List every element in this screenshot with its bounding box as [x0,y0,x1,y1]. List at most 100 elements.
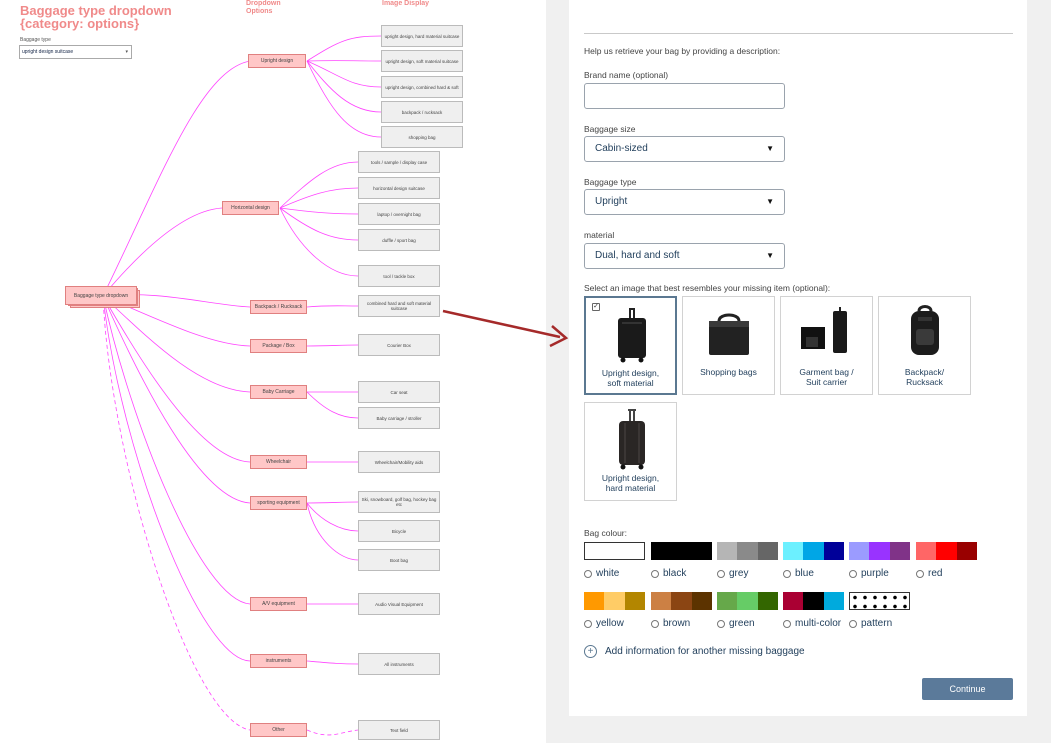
swatch-segment [671,592,692,610]
tile-label: Upright design, hard material [585,473,676,493]
swatch-segment [651,592,672,610]
column-heading-dropdown-line1: Dropdown [246,0,281,7]
colour-swatch-blue[interactable] [783,542,844,560]
add-another-baggage[interactable]: + Add information for another missing ba… [584,645,805,658]
swatch-segment [889,542,910,560]
swatch-segment [584,592,605,610]
swatch-segment [717,592,738,610]
colour-radio-blue[interactable]: blue [783,568,814,579]
tile-label: Backpack/ Rucksack [879,367,970,387]
colour-swatch-green[interactable] [717,592,778,610]
option-node: upright design, soft material suitcase [381,50,463,72]
bag-colour-label: Bag colour: [584,528,627,538]
option-node: upright design, hard material suitcase [381,25,463,47]
colour-swatch-grey[interactable] [717,542,778,560]
material-select[interactable]: Dual, hard and soft ▼ [584,243,785,269]
colour-option-label: blue [795,568,814,579]
swatch-segment [757,592,778,610]
tile-label-line2: Suit carrier [805,377,848,387]
colour-radio-brown[interactable]: brown [651,618,690,629]
colour-option-label: yellow [596,618,624,629]
colour-option-label: multi-color [795,618,842,629]
radio-icon [651,619,659,628]
colour-radio-grey[interactable]: grey [717,568,748,579]
option-node: duffle / sport bag [358,229,440,251]
colour-option-label: black [663,568,687,579]
category-node: Upright design [248,54,306,68]
colour-radio-white[interactable]: white [584,568,619,579]
colour-radio-pattern[interactable]: pattern [849,618,892,629]
colour-option-label: brown [663,618,691,629]
baggage-type-value: Upright [595,196,628,207]
tile-garment-bag[interactable]: Garment bag / Suit carrier [780,296,873,395]
mini-select-value: upright design suitcase [22,49,74,55]
baggage-size-select[interactable]: Cabin-sized ▼ [584,136,785,162]
option-node: laptop / overnight bag [358,203,440,225]
swatch-segment [823,592,844,610]
colour-swatch-red[interactable] [916,542,977,560]
swatch-segment [956,542,977,560]
colour-option-label: purple [861,568,889,579]
colour-option-label: red [928,568,943,579]
colour-radio-green[interactable]: green [717,618,755,629]
colour-radio-black[interactable]: black [651,568,686,579]
backpack-icon [911,305,939,355]
category-node: Wheelchair [250,455,307,469]
column-heading-image: Image Display [382,0,430,7]
tile-upright-hard[interactable]: Upright design, hard material [584,402,677,501]
colour-option-label: pattern [861,618,893,629]
diagram-title-line2: {category: options} [20,16,140,31]
swatch-segment [783,592,804,610]
category-node: Backpack / Rucksack [250,300,307,314]
colour-radio-yellow[interactable]: yellow [584,618,624,629]
mapping-diagram: Baggage type dropdown {category: options… [0,0,545,743]
continue-button[interactable]: Continue [922,678,1013,700]
tile-shopping-bags[interactable]: Shopping bags [682,296,775,395]
divider [584,33,1013,34]
colour-radio-purple[interactable]: purple [849,568,889,579]
baggage-size-value: Cabin-sized [595,143,648,154]
material-value: Dual, hard and soft [595,250,680,261]
brand-name-input[interactable] [584,83,785,109]
swatch-segment [869,542,890,560]
colour-swatch-brown[interactable] [651,592,712,610]
radio-icon [916,569,924,578]
form-intro: Help us retrieve your bag by providing a… [584,46,781,56]
swatch-segment [803,592,824,610]
colour-swatch-pattern[interactable] [849,592,910,610]
tile-upright-soft[interactable]: ✓ Upright design, soft material [584,296,677,395]
column-heading-dropdown: Dropdown Options [246,0,281,16]
tile-label-line1: Upright design, [601,473,660,483]
mini-baggage-type-select[interactable]: upright design suitcase ▾ [19,45,132,59]
garment-bag-icon [801,307,847,353]
colour-radio-multi-color[interactable]: multi-color [783,618,841,629]
plus-circle-icon: + [584,645,597,658]
swatch-segment [737,592,758,610]
swatch-segment [717,542,738,560]
root-node: Baggage type dropdown [65,286,137,305]
mini-field-label: Baggage type [20,37,51,43]
radio-icon [717,619,725,628]
tile-label-line1: Upright design, [601,368,660,378]
swatch-segment [585,543,644,559]
baggage-size-label: Baggage size [584,124,636,134]
category-node: Package / Box [250,339,307,353]
tile-label: Garment bag / Suit carrier [781,367,872,387]
colour-radio-red[interactable]: red [916,568,942,579]
colour-swatch-yellow[interactable] [584,592,645,610]
colour-swatch-purple[interactable] [849,542,910,560]
tile-label: Upright design, soft material [586,368,675,388]
radio-icon [849,569,857,578]
caret-down-icon: ▼ [766,251,774,260]
swatch-segment [823,542,844,560]
colour-swatch-black[interactable] [651,542,712,560]
column-heading-dropdown-line2: Options [246,8,273,15]
option-node: horizontal design suitcase [358,177,440,199]
option-node: All instruments [358,653,440,675]
tile-backpack[interactable]: Backpack/ Rucksack [878,296,971,395]
category-node: sporting equipment [250,496,307,510]
baggage-type-select[interactable]: Upright ▼ [584,189,785,215]
colour-swatch-multi-color[interactable] [783,592,844,610]
option-node: Baby carriage / stroller [358,407,440,429]
colour-swatch-white[interactable] [584,542,645,560]
